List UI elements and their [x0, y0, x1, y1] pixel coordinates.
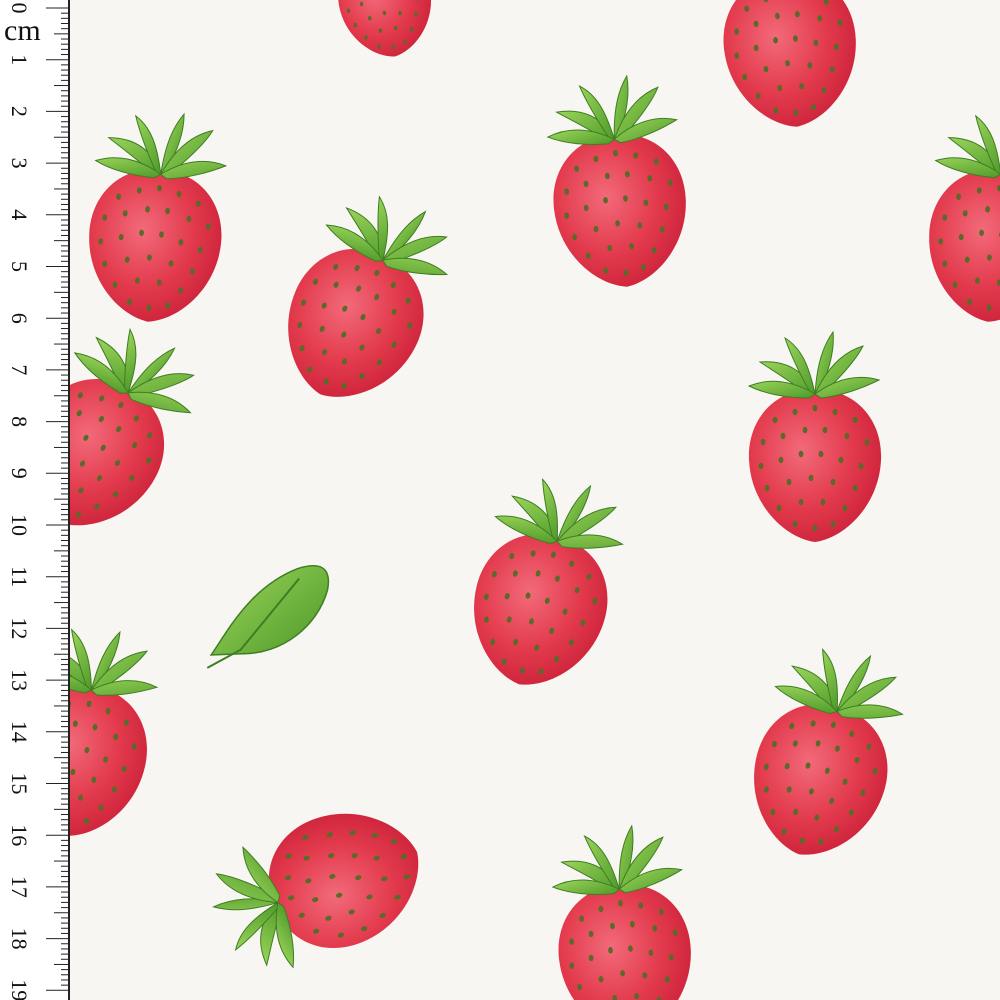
strawberry-pattern — [0, 0, 1000, 1000]
strawberry-motif — [547, 821, 699, 1000]
strawberry-motif — [921, 106, 1000, 328]
ruler-number: 9 — [7, 468, 32, 479]
ruler-number: 5 — [7, 261, 32, 272]
strawberry-motif — [323, 0, 441, 65]
ruler-number: 11 — [7, 566, 32, 587]
ruler-number: 6 — [7, 313, 32, 324]
strawberry-motif — [542, 71, 694, 293]
strawberry-motif — [748, 331, 882, 543]
strawberry-motif — [259, 175, 470, 423]
strawberry-motif — [81, 106, 233, 328]
strawberry-motif — [734, 633, 918, 872]
strawberry-leaf — [191, 561, 341, 669]
ruler-unit-label: cm — [2, 14, 43, 48]
strawberry-motif — [454, 463, 638, 702]
measurement-ruler: 0 1 2 3 4 5 6 7 8 9 10 11 12 13 14 15 16 17 18 19 cm — [0, 0, 70, 1000]
ruler-number: 10 — [7, 514, 32, 536]
ruler-number: 19 — [7, 979, 32, 1000]
ruler-number: 16 — [7, 824, 32, 846]
strawberry-motif — [196, 789, 441, 987]
ruler-number: 1 — [7, 54, 32, 65]
ruler-number: 8 — [7, 416, 32, 427]
ruler-number: 15 — [7, 773, 32, 795]
ruler-number: 3 — [7, 158, 32, 169]
ruler-number: 7 — [7, 364, 32, 375]
ruler-number: 17 — [7, 876, 32, 898]
ruler-number: 12 — [7, 617, 32, 639]
ruler-number: 14 — [7, 721, 32, 743]
strawberry-motif — [712, 0, 864, 133]
ruler-number: 0 — [7, 3, 32, 14]
ruler-number: 18 — [7, 928, 32, 950]
ruler-number: 2 — [7, 106, 32, 117]
ruler-number: 13 — [7, 669, 32, 691]
ruler-number: 4 — [7, 209, 32, 220]
fabric-swatch: 0 1 2 3 4 5 6 7 8 9 10 11 12 13 14 15 16 17 18 19 cm — [0, 0, 1000, 1000]
